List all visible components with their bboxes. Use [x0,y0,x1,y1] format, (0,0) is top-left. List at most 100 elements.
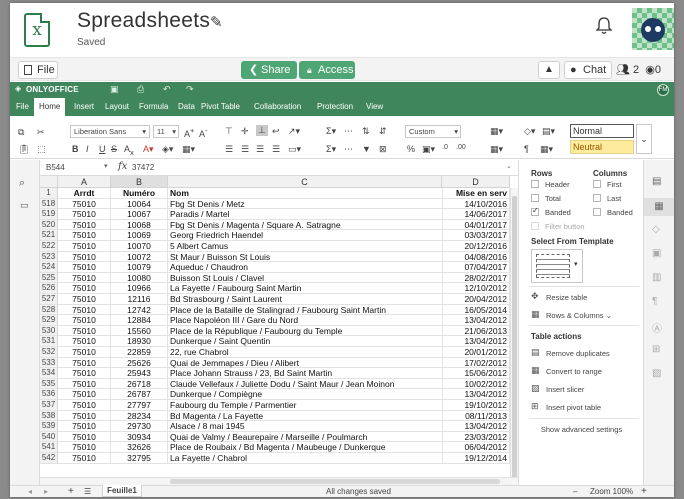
tab-layout[interactable]: Layout [100,98,134,116]
cell-mise-en-service[interactable]: 15/06/2012 [442,368,510,379]
column-header-b[interactable]: B [111,176,168,188]
cell-numero[interactable]: 32626 [111,442,168,453]
table-header-row[interactable]: 1 Arrdt Numéro Nom Mise en serv [40,188,518,199]
cell-mise-en-service[interactable]: 13/04/2012 [442,421,510,432]
zoom-level[interactable]: Zoom 100% [590,486,633,497]
collapse-chevron-button[interactable]: ▲ [538,61,560,79]
expand-formula-icon[interactable]: ⌄ [506,162,512,170]
table-row[interactable]: 530 75010 15560 Place de la République / Fa… [40,325,518,337]
number-format-select[interactable]: Custom ▾ [405,125,461,138]
row-number[interactable]: 525 [40,272,58,284]
tab-home[interactable]: Home [34,98,66,116]
row-number[interactable]: 522 [40,241,58,252]
banded-columns-checkbox[interactable] [593,208,601,216]
cell-nom[interactable]: La Fayette / Chabrol [168,453,442,464]
cell-mise-en-service[interactable]: 23/03/2012 [442,431,510,443]
cell-nom[interactable]: Place de Roubaix / Bd Magenta / Maubeuge… [168,442,442,453]
column-header-c[interactable]: C [168,176,442,188]
cell-arrdt[interactable]: 75010 [58,453,111,464]
cell-nom[interactable]: Buisson St Louis / Clavel [168,273,442,284]
cell-nom[interactable]: 22, rue Chabrol [168,347,442,358]
user-avatar[interactable] [632,8,674,50]
cell-arrdt[interactable]: 75010 [58,421,111,432]
merge-cells-icon[interactable]: ▭▾ [288,144,301,155]
cell-mise-en-service[interactable]: 20/01/2012 [442,347,510,358]
increase-font-icon[interactable]: A+ [184,126,194,139]
table-row[interactable]: 519 75010 10067 Paradis / Martel 14/06/2017 [40,209,518,220]
cell-mise-en-service[interactable]: 21/06/2013 [442,325,510,337]
advanced-settings-link[interactable]: Show advanced settings [519,425,644,434]
underline-icon[interactable]: U [99,144,106,154]
cell-arrdt[interactable]: 75010 [58,262,111,273]
tab-insert[interactable]: Insert [69,98,99,116]
next-sheet-icon[interactable]: ▸ [44,486,48,497]
tab-formula[interactable]: Formula [134,98,173,116]
row-number[interactable]: 521 [40,230,58,241]
row-number[interactable]: 520 [40,219,58,231]
text-orientation-icon[interactable]: ↗▾ [288,126,300,137]
chart-settings-icon[interactable]: ▥ [652,272,661,283]
font-size-select[interactable]: 11 ▾ [153,125,179,138]
cell-mise-en-service[interactable]: 03/03/2017 [442,230,510,241]
table-row[interactable]: 521 75010 10069 Georg Friedrich Haendel 03/0… [40,230,518,241]
cell-arrdt[interactable]: 75010 [58,325,111,337]
cell-nom[interactable]: Georg Friedrich Haendel [168,230,442,241]
cell-mise-en-service[interactable]: 10/02/2012 [442,378,510,390]
collaborators-indicator[interactable]: 👥︎ 2 ◉0 [616,61,670,79]
row-number[interactable]: 536 [40,389,58,400]
cell-mise-en-service[interactable]: Mise en serv [442,188,510,199]
cell-nom[interactable]: St Maur / Buisson St Louis [168,252,442,263]
table-row[interactable]: 529 75010 12884 Place Napoléon III / Gare d… [40,315,518,326]
total-checkbox[interactable] [531,194,539,202]
table-row[interactable]: 534 75010 25943 Place Johann Strauss / 23, … [40,368,518,379]
image-settings-icon[interactable]: ▣ [652,248,661,259]
table-settings-icon[interactable]: ▦ [644,198,674,216]
copy-style-icon[interactable]: ▤▾ [542,126,555,137]
undo-icon[interactable]: ↶ [163,84,171,95]
bell-icon[interactable] [596,17,612,35]
currency-icon[interactable]: ▣▾ [422,144,435,155]
access-button[interactable]: 🔒︎ Access [299,61,355,79]
row-number[interactable]: 540 [40,431,58,443]
convert-range-link[interactable]: Convert to range [546,367,602,376]
row-number[interactable]: 530 [40,325,58,337]
cell-nom[interactable]: Faubourg du Temple / Parmentier [168,400,442,411]
chevron-down-icon[interactable]: ▾ [104,162,108,170]
cell-arrdt[interactable]: 75010 [58,389,111,400]
cell-mise-en-service[interactable]: 13/04/2012 [442,336,510,347]
cell-nom[interactable]: Fbg St Denis / Magenta / Square A. Satra… [168,220,442,231]
filter-button-checkbox[interactable] [531,222,539,230]
tab-pivot-table[interactable]: Pivot Table [196,98,245,116]
align-right-icon[interactable]: ☰ [256,144,264,155]
table-row[interactable]: 531 75010 18930 Dunkerque / Saint Quentin 13… [40,336,518,347]
cell-numero[interactable]: 25626 [111,357,168,369]
cell-nom[interactable]: Nom [168,188,442,199]
cell-mise-en-service[interactable]: 16/05/2014 [442,304,510,316]
first-column-checkbox[interactable] [593,180,601,188]
paragraph-settings-icon[interactable]: ¶ [652,296,657,307]
chat-button[interactable]: ● Chat [564,61,612,79]
table-row[interactable]: 535 75010 26718 Claude Vellefaux / Juliette… [40,378,518,390]
table-row[interactable]: 523 75010 10072 St Maur / Buisson St Louis 0… [40,251,518,263]
cut-icon[interactable]: ✂ [37,127,45,138]
table-row[interactable]: 542 75010 32795 La Fayette / Chabrol 19/12/2… [40,453,518,464]
tab-collaboration[interactable]: Collaboration [249,98,306,116]
cell-numero[interactable]: 27797 [111,400,168,411]
redo-icon[interactable]: ↷ [186,84,194,95]
delete-cells-icon[interactable]: ▦▾ [490,144,503,155]
table-row[interactable]: 536 75010 26787 Dunkerque / Compiègne 13/04/… [40,389,518,400]
cell-numero[interactable]: 25943 [111,368,168,379]
cell-numero[interactable]: 22859 [111,347,168,358]
cell-nom[interactable]: Alsace / 8 mai 1945 [168,421,442,432]
select-all-icon[interactable]: ⬚ [37,144,46,155]
cell-nom[interactable]: 5 Albert Camus [168,241,442,252]
cell-arrdt[interactable]: 75010 [58,347,111,358]
cell-arrdt[interactable]: 75010 [58,431,111,443]
cell-arrdt[interactable]: 75010 [58,368,111,379]
cell-nom[interactable]: Quai de Valmy / Beaurepaire / Marseille … [168,432,442,443]
increase-decimal-icon[interactable]: .00 [456,144,466,151]
row-number[interactable]: 541 [40,442,58,453]
remove-duplicates-link[interactable]: Remove duplicates [546,349,610,358]
column-header-d[interactable]: D [442,176,510,188]
row-number[interactable]: 526 [40,283,58,294]
